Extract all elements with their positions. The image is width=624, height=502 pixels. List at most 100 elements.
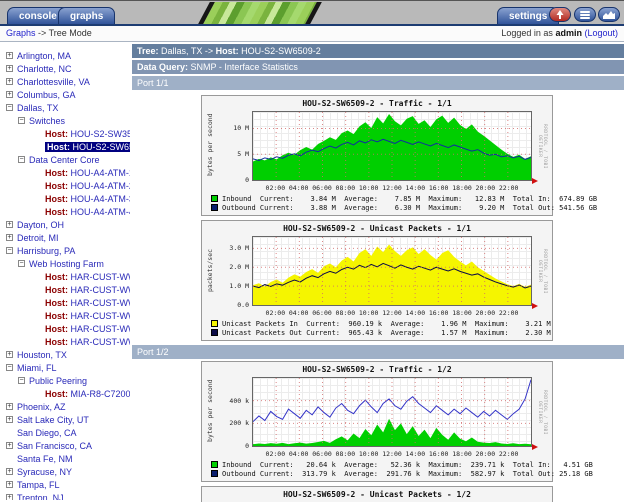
sidebar-item-host[interactable]: Host: HOU-A4-ATM-1 xyxy=(4,166,130,179)
collapse-icon[interactable]: − xyxy=(6,364,13,371)
sidebar-item-host[interactable]: Host: HOU-A4-ATM-4 xyxy=(4,205,130,218)
tree-item-label[interactable]: Columbus, GA xyxy=(17,90,76,100)
logout-link[interactable]: (Logout) xyxy=(584,28,618,38)
list-view-icon[interactable] xyxy=(574,7,596,22)
sidebar-item[interactable]: − Public Peering xyxy=(4,374,130,387)
sidebar-item[interactable]: + Charlotte, NC xyxy=(4,62,130,75)
tree-item-label[interactable]: Detroit, MI xyxy=(17,233,59,243)
sidebar-item[interactable]: − Data Center Core xyxy=(4,153,130,166)
expand-icon[interactable]: + xyxy=(6,91,13,98)
tree-item-label[interactable]: Dayton, OH xyxy=(17,220,64,230)
tree-item-label[interactable]: San Francisco, CA xyxy=(17,441,92,451)
expand-icon[interactable]: + xyxy=(6,78,13,85)
tree-item-label[interactable]: Host: HOU-A4-ATM-3 xyxy=(45,194,130,204)
graph-image[interactable]: 0 5 M 10 M xyxy=(233,111,538,184)
tree-item-label[interactable]: Charlottesville, VA xyxy=(17,77,90,87)
tree-item-label[interactable]: Host: HAR-CUST-WWW5 xyxy=(45,337,130,347)
sidebar-item[interactable]: − Miami, FL xyxy=(4,361,130,374)
expand-icon[interactable]: + xyxy=(6,468,13,475)
sidebar-item[interactable]: + Dayton, OH xyxy=(4,218,130,231)
graph-image[interactable]: 0 200 k 400 k xyxy=(229,377,538,450)
expand-icon[interactable]: + xyxy=(6,52,13,59)
sidebar-item[interactable]: + Phoenix, AZ xyxy=(4,400,130,413)
sidebar-item-host[interactable]: Host: HOU-A4-ATM-2 xyxy=(4,179,130,192)
expand-icon[interactable]: + xyxy=(6,351,13,358)
tree-item-label[interactable]: Host: MIA-R8-C7200-3 xyxy=(45,389,130,399)
collapse-icon[interactable]: − xyxy=(6,247,13,254)
expand-icon[interactable]: + xyxy=(6,234,13,241)
sidebar-item-host[interactable]: Host: HOU-S2-SW6509-2 xyxy=(4,140,130,153)
sidebar-item-host[interactable]: Host: HAR-CUST-WWW4 xyxy=(4,322,130,335)
tree-item-label[interactable]: Switches xyxy=(29,116,65,126)
tree-item-label[interactable]: Tampa, FL xyxy=(17,480,60,490)
collapse-icon[interactable]: − xyxy=(18,156,25,163)
collapse-icon[interactable]: − xyxy=(18,377,25,384)
graph-panel[interactable]: HOU-S2-SW6509-2 - Unicast Packets - 1/2p… xyxy=(201,486,553,502)
sidebar-item-host[interactable]: Host: HAR-CUST-WWW1 xyxy=(4,283,130,296)
sidebar-item[interactable]: + Trenton, NJ xyxy=(4,491,130,500)
sidebar-item[interactable]: + Tampa, FL xyxy=(4,478,130,491)
sidebar-item[interactable]: − Switches xyxy=(4,114,130,127)
expand-icon[interactable]: + xyxy=(6,481,13,488)
sidebar-item[interactable]: + Syracuse, NY xyxy=(4,465,130,478)
tree-item-label[interactable]: Host: HAR-CUST-WWW0 xyxy=(45,272,130,282)
tree-item-label[interactable]: Miami, FL xyxy=(17,363,57,373)
expand-icon[interactable]: + xyxy=(6,416,13,423)
tab-graphs[interactable]: graphs xyxy=(58,7,116,24)
sidebar-item-host[interactable]: Host: HAR-CUST-WWW3 xyxy=(4,309,130,322)
sidebar-item[interactable]: + Salt Lake City, UT xyxy=(4,413,130,426)
sidebar-item[interactable]: + San Francisco, CA xyxy=(4,439,130,452)
sidebar-item-host[interactable]: Host: HAR-CUST-WWW5 xyxy=(4,335,130,348)
tree-item-label[interactable]: Houston, TX xyxy=(17,350,67,360)
tree-item-label[interactable]: Harrisburg, PA xyxy=(17,246,75,256)
tree-item-label[interactable]: Trenton, NJ xyxy=(17,493,64,501)
tree-item-label[interactable]: Phoenix, AZ xyxy=(17,402,66,412)
sidebar-item[interactable]: San Diego, CA xyxy=(4,426,130,439)
expand-icon[interactable]: + xyxy=(6,65,13,72)
sidebar-item[interactable]: − Dallas, TX xyxy=(4,101,130,114)
graph-panel[interactable]: HOU-S2-SW6509-2 - Unicast Packets - 1/1 p… xyxy=(201,220,553,341)
tree-item-label[interactable]: Host: HOU-S2-SW6509-2 xyxy=(45,141,130,152)
tree-item-label[interactable]: Data Center Core xyxy=(29,155,100,165)
sidebar-item-host[interactable]: Host: HOU-A4-ATM-3 xyxy=(4,192,130,205)
sidebar-item[interactable]: + Houston, TX xyxy=(4,348,130,361)
expand-icon[interactable]: + xyxy=(6,221,13,228)
tree-item-label[interactable]: Host: HOU-A4-ATM-4 xyxy=(45,207,130,217)
preview-graphs-icon[interactable] xyxy=(598,7,620,22)
tree-item-label[interactable]: Dallas, TX xyxy=(17,103,58,113)
collapse-icon[interactable]: − xyxy=(18,117,25,124)
tree-item-label[interactable]: Host: HAR-CUST-WWW3 xyxy=(45,311,130,321)
tree-item-label[interactable]: Salt Lake City, UT xyxy=(17,415,89,425)
tree-item-label[interactable]: Web Hosting Farm xyxy=(29,259,104,269)
sidebar-item-host[interactable]: Host: MIA-R8-C7200-3 xyxy=(4,387,130,400)
tree-item-label[interactable]: Public Peering xyxy=(29,376,87,386)
graph-panel[interactable]: HOU-S2-SW6509-2 - Traffic - 1/2 bytes per… xyxy=(201,361,593,482)
tree-item-label[interactable]: Syracuse, NY xyxy=(17,467,72,477)
sidebar-item[interactable]: + Charlottesville, VA xyxy=(4,75,130,88)
tree-item-label[interactable]: Host: HOU-A4-ATM-1 xyxy=(45,168,130,178)
collapse-icon[interactable]: − xyxy=(6,104,13,111)
tree-item-label[interactable]: Host: HOU-S2-SW3548-1 xyxy=(45,129,130,139)
sidebar-item-host[interactable]: Host: HAR-CUST-WWW0 xyxy=(4,270,130,283)
sidebar-item[interactable]: + Arlington, MA xyxy=(4,49,130,62)
tree-view-icon[interactable] xyxy=(549,7,571,22)
sidebar-item-host[interactable]: Host: HOU-S2-SW3548-1 xyxy=(4,127,130,140)
sidebar-item[interactable]: + Detroit, MI xyxy=(4,231,130,244)
tree-item-label[interactable]: Santa Fe, NM xyxy=(17,454,73,464)
expand-icon[interactable]: + xyxy=(6,403,13,410)
tree-item-label[interactable]: Host: HAR-CUST-WWW1 xyxy=(45,285,130,295)
tree-item-label[interactable]: San Diego, CA xyxy=(17,428,77,438)
sidebar-item[interactable]: − Harrisburg, PA xyxy=(4,244,130,257)
expand-icon[interactable]: + xyxy=(6,494,13,500)
graph-image[interactable]: 0.0 1.0 M 2.0 M 3.0 M xyxy=(229,236,538,309)
sidebar-item-host[interactable]: Host: HAR-CUST-WWW2 xyxy=(4,296,130,309)
tree-item-label[interactable]: Arlington, MA xyxy=(17,51,71,61)
collapse-icon[interactable]: − xyxy=(18,260,25,267)
tree-item-label[interactable]: Host: HAR-CUST-WWW4 xyxy=(45,324,130,334)
tree-item-label[interactable]: Host: HOU-A4-ATM-2 xyxy=(45,181,130,191)
tree-item-label[interactable]: Host: HAR-CUST-WWW2 xyxy=(45,298,130,308)
expand-icon[interactable]: + xyxy=(6,442,13,449)
breadcrumb-graphs-link[interactable]: Graphs xyxy=(6,28,36,38)
sidebar-item[interactable]: − Web Hosting Farm xyxy=(4,257,130,270)
sidebar-item[interactable]: Santa Fe, NM xyxy=(4,452,130,465)
